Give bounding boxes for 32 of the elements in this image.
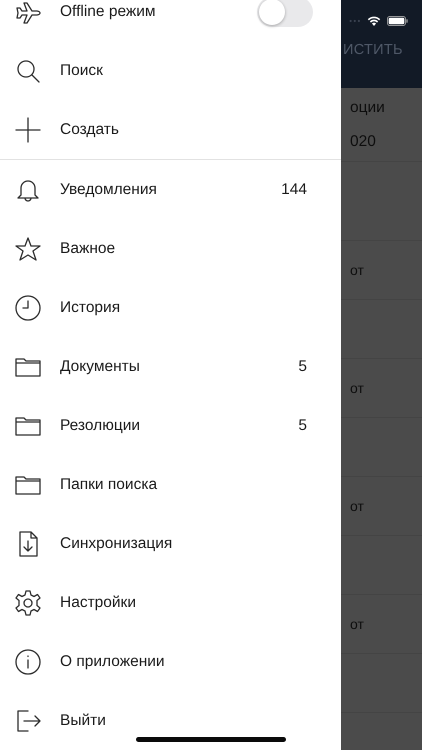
gear-icon — [14, 588, 42, 616]
plane-icon — [14, 0, 42, 26]
clock-icon — [14, 294, 42, 322]
menu-item-label[interactable]: Папки поиска — [60, 476, 307, 494]
count-label: 144 — [281, 180, 307, 198]
list-item-text: от — [350, 262, 364, 278]
menu-item-label[interactable]: Выйти — [60, 712, 307, 730]
list-item-text: от — [350, 616, 364, 632]
list-item-text: от — [350, 380, 364, 396]
battery-icon — [386, 15, 408, 27]
menu-item-label[interactable]: Offline режим — [60, 2, 257, 20]
menu-item-label[interactable]: Документы — [60, 358, 298, 376]
document-title-fragment: 020 — [350, 132, 377, 150]
info-icon — [14, 648, 42, 676]
count-label: 5 — [298, 358, 307, 376]
menu-item-label[interactable]: Уведомления — [60, 180, 282, 198]
document-title-fragment: оции — [350, 98, 386, 116]
menu-item-label[interactable]: О приложении — [60, 652, 307, 670]
menu-item-label[interactable]: Настройки — [60, 594, 307, 612]
plus-icon — [14, 116, 42, 144]
menu-item-label[interactable]: Важное — [60, 240, 307, 258]
menu-item-label[interactable]: Поиск — [60, 62, 307, 80]
signal-dots-icon — [349, 19, 361, 23]
menu-item-label[interactable]: Резолюции — [60, 416, 298, 434]
toggle-switch[interactable] — [257, 0, 313, 26]
list-item-text: от — [350, 498, 364, 514]
menu-item-label[interactable]: Создать — [60, 120, 307, 138]
wifi-icon — [366, 15, 381, 27]
count-label: 5 — [298, 416, 307, 434]
menu-item-label[interactable]: История — [60, 298, 307, 316]
menu-item-label[interactable]: Синхронизация — [60, 534, 307, 552]
star-icon — [14, 234, 42, 262]
